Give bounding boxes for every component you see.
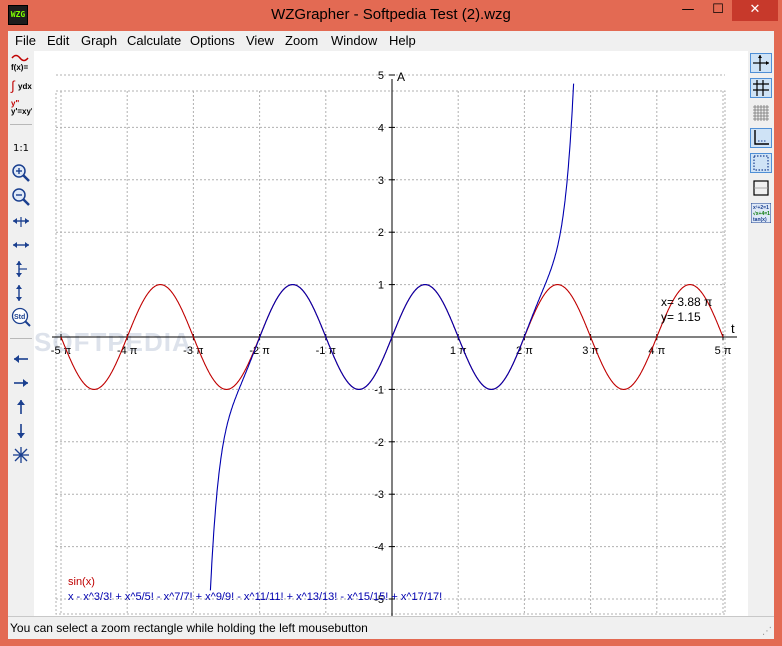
svg-text:Std: Std [14,314,25,321]
axes-toggle-button[interactable] [750,53,772,73]
svg-text:tan(x): tan(x) [753,217,767,223]
dotted-box-icon [753,155,769,171]
pan-right-icon [14,379,28,387]
grid-toggle-button[interactable] [750,78,772,98]
toolbar-separator [10,124,32,125]
shrink-x-icon [13,242,29,248]
toolbar-separator [10,338,32,339]
grid-icon [753,80,769,96]
status-text: You can select a zoom rectangle while ho… [10,621,368,635]
svg-text:∫: ∫ [10,78,16,93]
menu-graph[interactable]: Graph [81,33,117,48]
center-icon [13,447,29,463]
graph-pane[interactable]: SOFTPEDIA tA -5 π -4 π -3 π -2 π -1 π1 π2 π3… [34,51,748,618]
svg-text:ydx: ydx [18,82,32,91]
zoom-in-button[interactable] [10,163,32,183]
menu-file[interactable]: File [15,33,36,48]
pan-up-icon [17,400,25,414]
legend-taylor: x - x^3/3! + x^5/5! - x^7/7! + x^9/9! - … [68,591,442,603]
right-toolbar: x²+2=1 √x+4=1 tan(x) [748,51,774,616]
fine-grid-icon [753,105,769,121]
equation-list-button[interactable]: x²+2=1 √x+4=1 tan(x) [750,203,772,223]
x-axis-label: t [731,321,735,336]
y-tick-label: 2 [378,227,384,239]
zoom-reset-icon: 1:1 [12,142,30,154]
title-bar[interactable]: WZG WZGrapher - Softpedia Test (2).wzg —… [0,0,782,31]
resize-grip-icon[interactable]: ⋰ [762,626,772,637]
menu-help[interactable]: Help [389,33,416,48]
pan-left-button[interactable] [10,349,32,369]
zoom-reset-button[interactable]: 1:1 [10,138,32,158]
svg-text:y'=xy': y'=xy' [11,107,32,116]
frame-toggle-button[interactable] [750,178,772,198]
center-button[interactable] [10,445,32,465]
y-tick-label: 4 [378,122,384,134]
fine-grid-toggle-button[interactable] [750,103,772,123]
zoom-in-icon [12,164,30,182]
y-tick-label: 3 [378,175,384,187]
pan-left-icon [14,355,28,363]
stretch-x-button[interactable] [10,211,32,231]
menu-view[interactable]: View [246,33,274,48]
standard-view-icon: Std [11,307,31,327]
axes-box-icon [754,130,769,145]
axes-icon [753,55,769,71]
menu-calculate[interactable]: Calculate [127,33,181,48]
function-plot-icon: f(x)= [11,54,29,72]
window-title: WZGrapher - Softpedia Test (2).wzg [271,6,511,23]
equation-list-icon: x²+2=1 √x+4=1 tan(x) [751,203,771,223]
svg-text:f(x)=: f(x)= [11,63,28,72]
pan-right-button[interactable] [10,373,32,393]
differential-equation-icon: y" y'=xy' [11,99,32,116]
shrink-y-icon [16,285,22,301]
stretch-y-button[interactable] [10,259,32,279]
close-button[interactable]: ✕ [732,0,778,21]
dotted-box-toggle-button[interactable] [750,153,772,173]
zoom-out-button[interactable] [10,187,32,207]
cursor-readout-y: y= 1.15 [661,310,701,324]
y-tick-label: 1 [378,280,384,292]
menu-zoom[interactable]: Zoom [285,33,318,48]
zoom-out-icon [12,188,30,206]
pan-up-button[interactable] [10,397,32,417]
standard-view-button[interactable]: Std [10,307,32,327]
legend-sin: sin(x) [68,576,95,588]
function-plot-button[interactable]: f(x)= [10,53,32,73]
menu-options[interactable]: Options [190,33,235,48]
y-axis-label: A [397,70,405,84]
y-tick-label: 5 [378,70,384,82]
y-tick-label: -3 [374,489,384,501]
integral-icon: ∫ ydx [10,78,32,93]
stretch-x-icon [13,217,29,227]
minimize-button[interactable]: — [672,0,704,21]
axes-box-toggle-button[interactable] [750,128,772,148]
y-tick-label: -2 [374,437,384,449]
pan-down-button[interactable] [10,421,32,441]
status-bar: You can select a zoom rectangle while ho… [8,616,774,639]
differential-equation-button[interactable]: y" y'=xy' [10,97,32,117]
integral-button[interactable]: ∫ ydx [10,75,32,95]
pan-down-icon [17,424,25,438]
shrink-x-button[interactable] [10,235,32,255]
left-toolbar: f(x)= ∫ ydx y" y'=xy' 1:1 Std [8,51,34,616]
frame-icon [753,180,769,196]
maximize-button[interactable]: ☐ [704,0,732,21]
x-tick-label: 5 π [715,345,732,357]
plot-canvas[interactable]: SOFTPEDIA tA -5 π -4 π -3 π -2 π -1 π1 π2 π3… [34,51,748,618]
y-tick-label: -4 [374,542,384,554]
menu-window[interactable]: Window [331,33,377,48]
menu-edit[interactable]: Edit [47,33,69,48]
y-tick-label: -1 [374,384,384,396]
stretch-y-icon [16,261,27,277]
shrink-y-button[interactable] [10,283,32,303]
menu-bar: File Edit Graph Calculate Options View Z… [8,31,774,51]
client-area: File Edit Graph Calculate Options View Z… [8,31,774,639]
cursor-readout-x: x= 3.88 π [661,295,712,309]
